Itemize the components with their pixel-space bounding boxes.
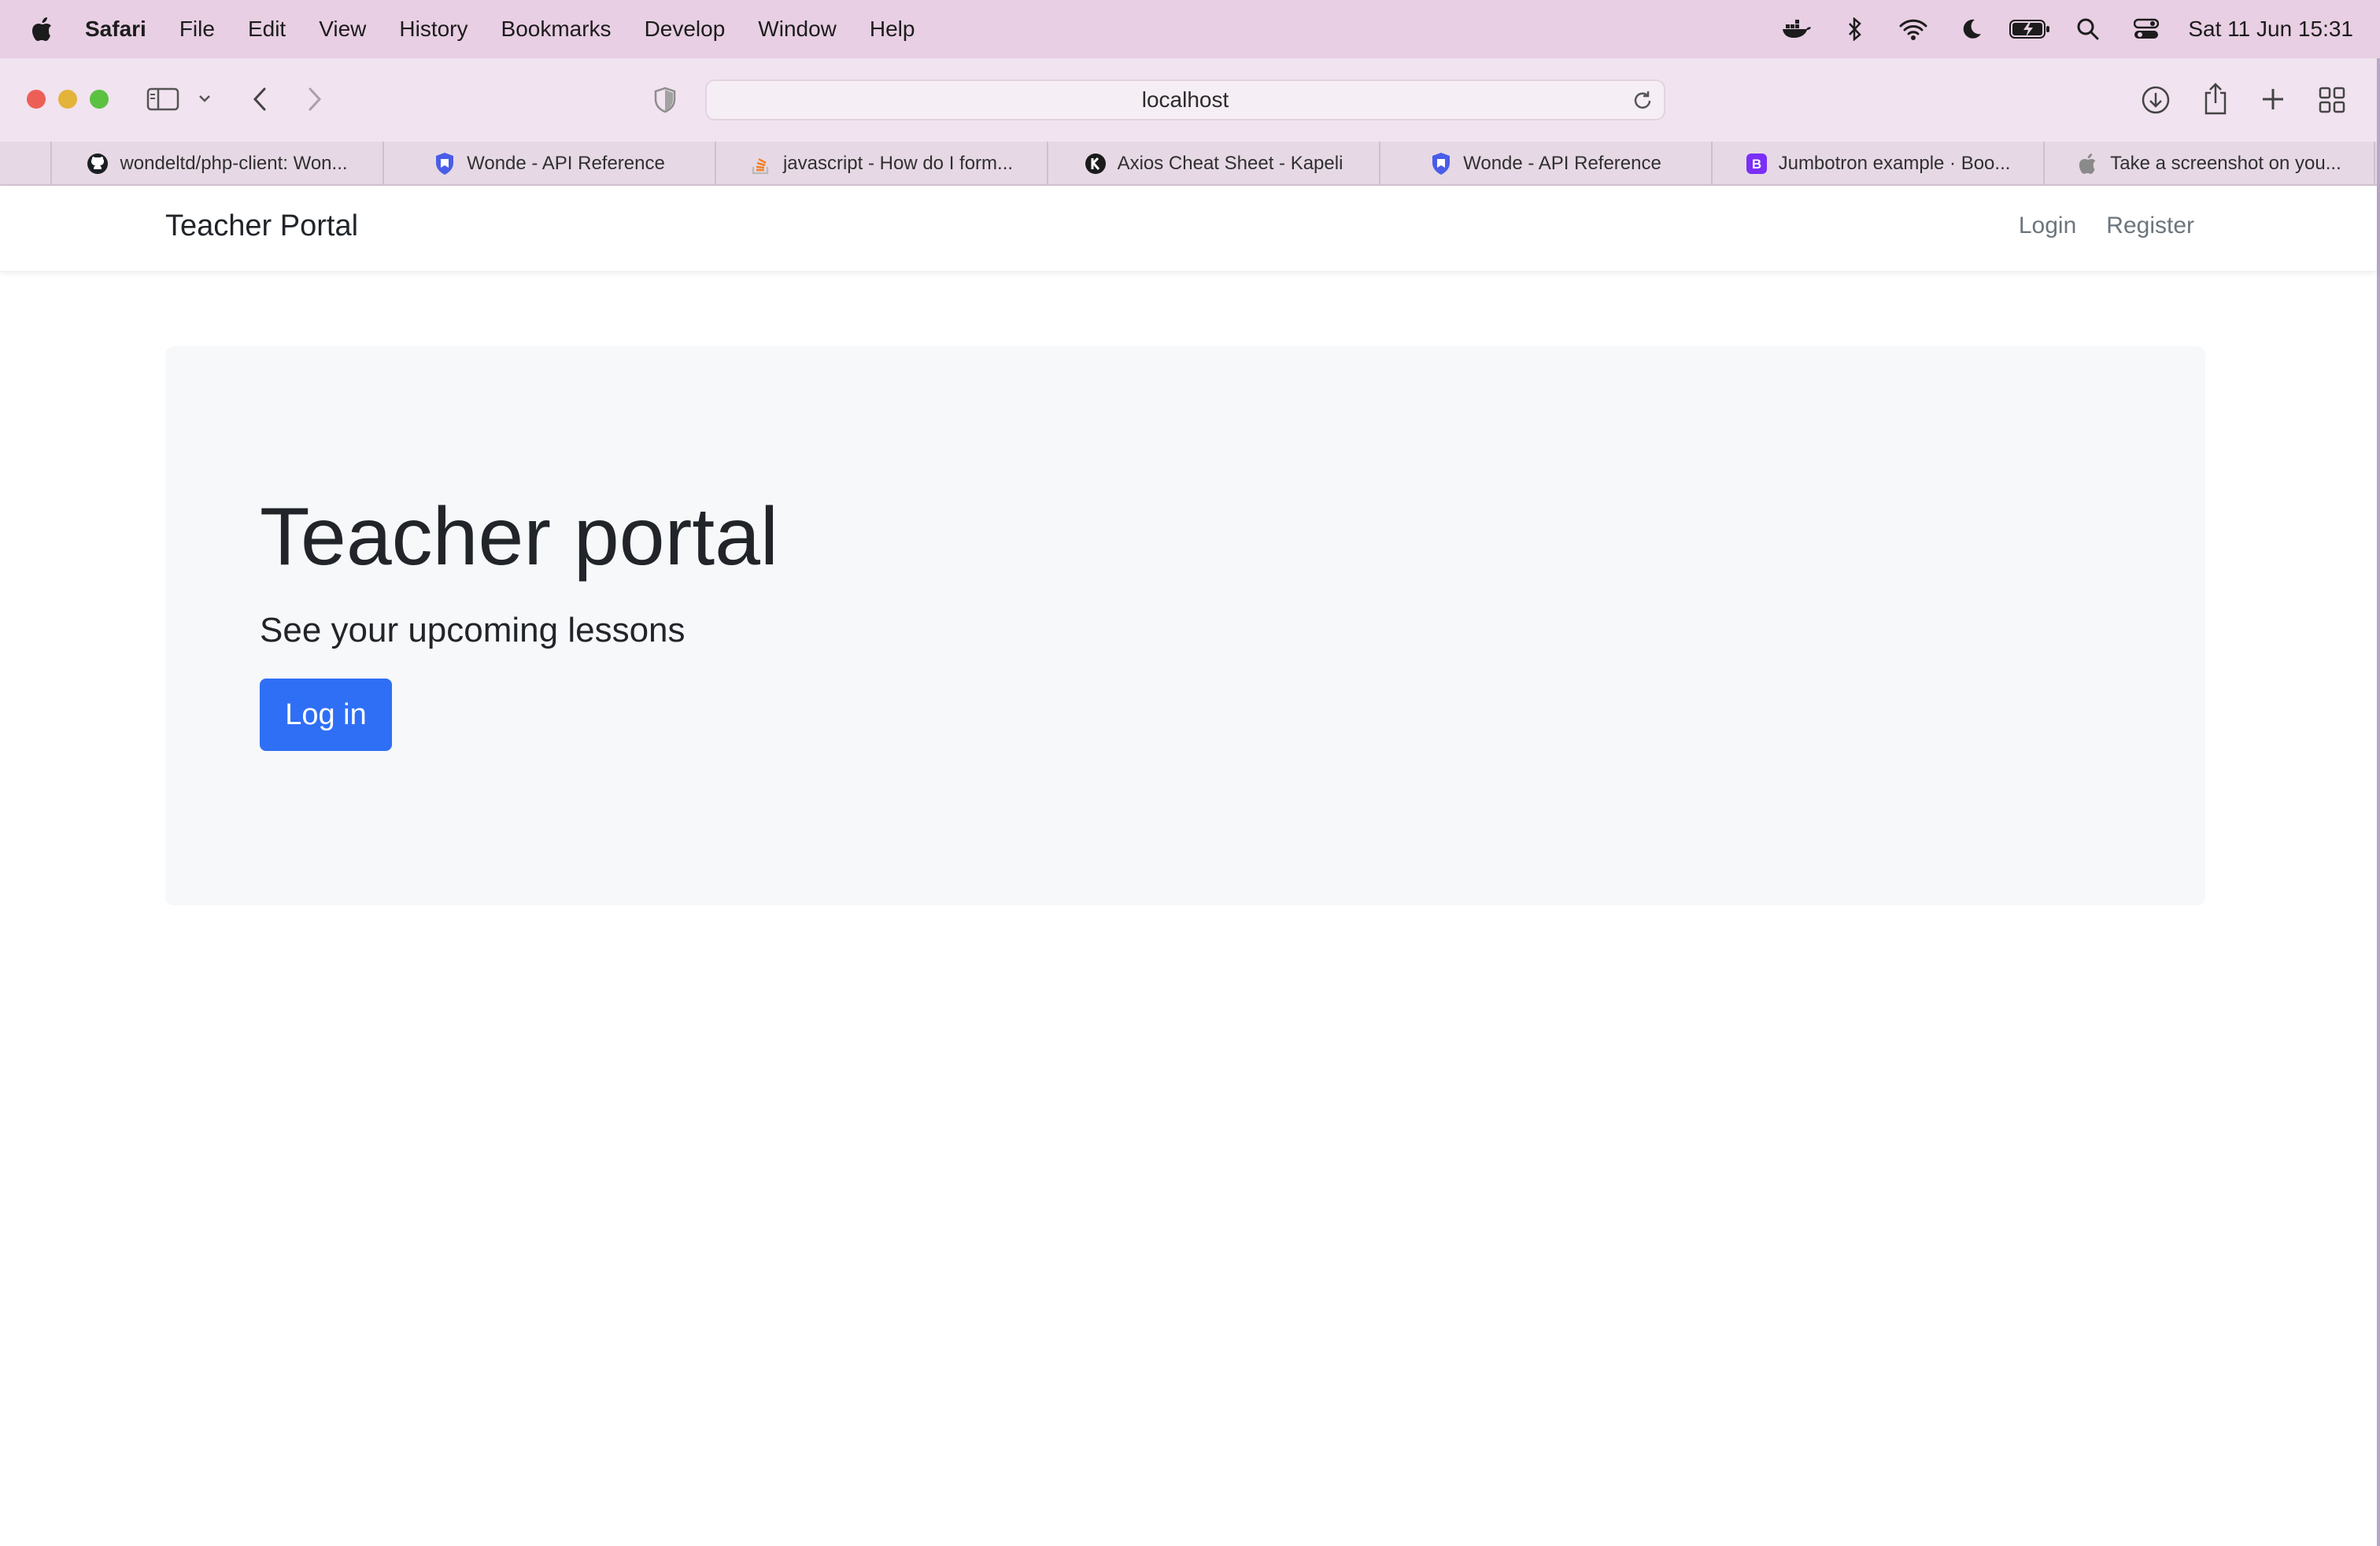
menu-safari[interactable]: Safari	[85, 17, 146, 42]
menubar-clock[interactable]: Sat 11 Jun 15:31	[2188, 17, 2353, 42]
tab-label: Jumbotron example · Boo...	[1778, 153, 2011, 174]
menu-bookmarks[interactable]: Bookmarks	[501, 17, 612, 42]
tab-label: Wonde - API Reference	[1463, 153, 1661, 174]
tab-overview-icon[interactable]	[2319, 87, 2345, 113]
page-title: Teacher portal	[260, 491, 779, 583]
back-button[interactable]	[249, 87, 271, 112]
menu-history[interactable]: History	[399, 17, 468, 42]
browser-toolbar: localhost	[0, 58, 2377, 142]
reload-icon[interactable]	[1631, 89, 1654, 118]
svg-text:B: B	[1751, 157, 1761, 172]
minimize-window-button[interactable]	[58, 90, 77, 109]
menu-view[interactable]: View	[319, 17, 366, 42]
menu-edit[interactable]: Edit	[248, 17, 286, 42]
menu-bar: Safari File Edit View History Bookmarks …	[0, 0, 2380, 58]
privacy-shield-icon[interactable]	[653, 87, 677, 113]
nav-register-link[interactable]: Register	[2106, 213, 2194, 239]
tab-apple-support[interactable]: Take a screenshot on you...	[2043, 142, 2375, 186]
menu-help[interactable]: Help	[870, 17, 915, 42]
browser-window: localhost wondeltd/php-client: Won... Wo…	[0, 58, 2380, 1546]
shield-icon	[1430, 153, 1452, 175]
stackoverflow-icon	[750, 153, 772, 175]
shield-icon	[434, 153, 456, 175]
share-icon[interactable]	[2202, 82, 2229, 115]
menu-file[interactable]: File	[179, 17, 215, 42]
apple-icon	[2077, 153, 2099, 175]
sidebar-toggle-icon[interactable]	[146, 87, 179, 112]
tab-bootstrap[interactable]: B Jumbotron example · Boo...	[1711, 142, 2043, 186]
tab-label: wondeltd/php-client: Won...	[120, 153, 348, 174]
battery-icon[interactable]	[2001, 0, 2059, 58]
bluetooth-icon[interactable]	[1826, 0, 1884, 58]
navbar-links: Login Register	[2019, 213, 2194, 239]
moon-icon[interactable]	[1942, 0, 2001, 58]
close-window-button[interactable]	[27, 90, 46, 109]
address-bar[interactable]: localhost	[705, 80, 1665, 120]
apple-menu-icon[interactable]	[0, 17, 85, 42]
nav-login-link[interactable]: Login	[2019, 213, 2076, 239]
tab-label: javascript - How do I form...	[782, 153, 1014, 174]
wifi-icon[interactable]	[1884, 0, 1942, 58]
tab-label: Wonde - API Reference	[467, 153, 665, 174]
log-in-button[interactable]: Log in	[260, 679, 392, 751]
tab-label: Take a screenshot on you...	[2110, 153, 2341, 174]
new-tab-icon[interactable]	[2260, 87, 2286, 112]
kapeli-icon	[1085, 153, 1107, 175]
menu-window[interactable]: Window	[758, 17, 837, 42]
navbar-brand[interactable]: Teacher Portal	[165, 209, 358, 243]
tab-bar: wondeltd/php-client: Won... Wonde - API …	[0, 142, 2377, 186]
chevron-down-icon[interactable]	[197, 93, 213, 104]
control-center-icon[interactable]	[2117, 0, 2175, 58]
tab-wonde-api-1[interactable]: Wonde - API Reference	[382, 142, 715, 186]
address-text: localhost	[1141, 87, 1229, 112]
docker-icon[interactable]	[1768, 0, 1826, 58]
maximize-window-button[interactable]	[90, 90, 109, 109]
tab-stackoverflow[interactable]: javascript - How do I form...	[715, 142, 1047, 186]
forward-button[interactable]	[304, 87, 326, 112]
site-navbar: Teacher Portal Login Register	[0, 186, 2377, 271]
status-area: Sat 11 Jun 15:31	[1768, 0, 2353, 58]
bootstrap-icon: B	[1746, 153, 1768, 175]
github-icon	[87, 153, 109, 175]
tab-wonde-api-2[interactable]: Wonde - API Reference	[1379, 142, 1711, 186]
tab-kapeli[interactable]: Axios Cheat Sheet - Kapeli	[1047, 142, 1379, 186]
jumbotron: Teacher portal See your upcoming lessons…	[165, 346, 2205, 905]
page-subtitle: See your upcoming lessons	[260, 611, 686, 649]
tab-github[interactable]: wondeltd/php-client: Won...	[50, 142, 382, 186]
downloads-icon[interactable]	[2141, 85, 2171, 115]
tab-label: Axios Cheat Sheet - Kapeli	[1117, 153, 1343, 174]
spotlight-icon[interactable]	[2059, 0, 2117, 58]
menu-develop[interactable]: Develop	[645, 17, 726, 42]
